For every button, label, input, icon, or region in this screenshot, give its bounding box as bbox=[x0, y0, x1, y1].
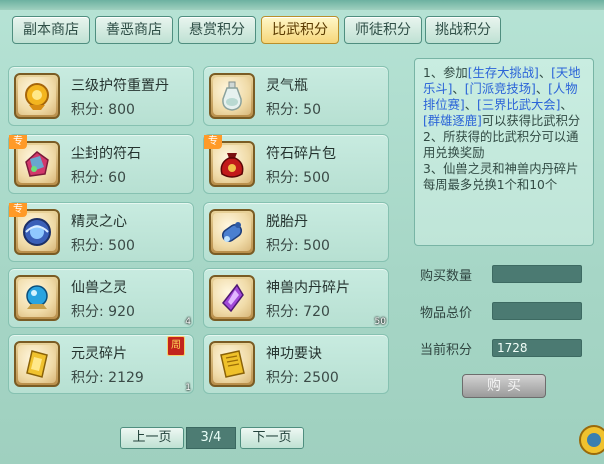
window-top-strip bbox=[0, 0, 604, 10]
item-name: 脱胎丹 bbox=[266, 214, 308, 230]
shop-item-card[interactable]: 专 符石碎片包 积分: 500 bbox=[203, 134, 389, 194]
event-link-tournament[interactable]: [三界比武大会] bbox=[477, 98, 560, 112]
tab-karma-shop[interactable]: 善恶商店 bbox=[95, 16, 173, 44]
yuanling-shard-icon bbox=[14, 341, 60, 387]
item-points: 积分: 2129 bbox=[71, 370, 144, 386]
item-name: 元灵碎片 bbox=[71, 346, 127, 362]
item-name: 神功要诀 bbox=[266, 346, 322, 362]
exclusive-tag: 专 bbox=[9, 135, 27, 149]
quantity-label: 购买数量 bbox=[420, 269, 473, 284]
shop-item-card[interactable]: 专 精灵之心 积分: 500 bbox=[8, 202, 194, 262]
item-count: 1 bbox=[185, 383, 191, 393]
tab-arena-points[interactable]: 比武积分 bbox=[261, 16, 339, 44]
weekly-limit-badge: 周 bbox=[167, 336, 185, 356]
item-points: 积分: 500 bbox=[266, 170, 330, 186]
item-points: 积分: 500 bbox=[71, 238, 135, 254]
tab-bounty-points[interactable]: 悬赏积分 bbox=[178, 16, 256, 44]
total-price-field bbox=[492, 302, 582, 320]
item-points: 积分: 50 bbox=[266, 102, 321, 118]
spirit-bottle-icon bbox=[209, 73, 255, 119]
event-link-heroes[interactable]: [群雄逐鹿] bbox=[423, 114, 482, 128]
item-name: 神兽内丹碎片 bbox=[266, 280, 350, 296]
rules-separator: 、 bbox=[560, 98, 573, 112]
rules-separator: 、 bbox=[535, 82, 549, 96]
item-name: 精灵之心 bbox=[71, 214, 127, 230]
prev-page-button[interactable]: 上一页 bbox=[120, 427, 184, 449]
buy-button[interactable]: 购买 bbox=[462, 374, 546, 398]
rules-separator: 、 bbox=[452, 82, 465, 96]
rules-separator: 、 bbox=[538, 66, 552, 80]
corner-ornament-icon bbox=[576, 420, 604, 464]
item-name: 符石碎片包 bbox=[266, 146, 336, 162]
page-indicator: 3/4 bbox=[186, 427, 236, 449]
rules-text: 3、仙兽之灵和神兽内丹碎片每周最多兑换1个和10个 bbox=[423, 162, 579, 192]
next-page-button[interactable]: 下一页 bbox=[240, 427, 304, 449]
exclusive-tag: 专 bbox=[9, 203, 27, 217]
item-name: 尘封的符石 bbox=[71, 146, 141, 162]
current-points-field: 1728 bbox=[492, 339, 582, 357]
rules-panel: 1、参加[生存大挑战]、[天地乐斗]、[门派竞技场]、[人物排位赛]、[三界比武… bbox=[414, 58, 594, 246]
item-count: 4 bbox=[185, 317, 191, 327]
shop-item-card[interactable]: 灵气瓶 积分: 50 bbox=[203, 66, 389, 126]
rules-text: 1、参加 bbox=[423, 66, 468, 80]
item-name: 灵气瓶 bbox=[266, 78, 308, 94]
item-points: 积分: 720 bbox=[266, 304, 330, 320]
shop-item-card[interactable]: 4 仙兽之灵 积分: 920 bbox=[8, 268, 194, 328]
item-count: 50 bbox=[374, 317, 386, 327]
exclusive-tag: 专 bbox=[204, 135, 222, 149]
tab-challenge-points[interactable]: 挑战积分 bbox=[425, 16, 501, 44]
skill-manual-icon bbox=[209, 341, 255, 387]
beast-core-shard-icon bbox=[209, 275, 255, 321]
rules-text: 2、所获得的比武积分可以通用兑换奖励 bbox=[423, 130, 579, 160]
item-points: 积分: 500 bbox=[266, 238, 330, 254]
shop-item-card[interactable]: 专 尘封的符石 积分: 60 bbox=[8, 134, 194, 194]
quantity-input[interactable] bbox=[492, 265, 582, 283]
item-points: 积分: 800 bbox=[71, 102, 135, 118]
beast-spirit-orb-icon bbox=[14, 275, 60, 321]
shop-item-card[interactable]: 1 周 元灵碎片 积分: 2129 bbox=[8, 334, 194, 394]
tab-mentor-points[interactable]: 师徒积分 bbox=[344, 16, 422, 44]
item-points: 积分: 920 bbox=[71, 304, 135, 320]
item-points: 积分: 2500 bbox=[266, 370, 339, 386]
event-link-sect-arena[interactable]: [门派竞技场] bbox=[465, 82, 536, 96]
event-link-survival[interactable]: [生存大挑战] bbox=[468, 66, 539, 80]
item-points: 积分: 60 bbox=[71, 170, 126, 186]
rules-separator: 、 bbox=[464, 98, 478, 112]
current-points-label: 当前积分 bbox=[420, 343, 473, 358]
total-price-label: 物品总价 bbox=[420, 306, 473, 321]
shop-item-card[interactable]: 脱胎丹 积分: 500 bbox=[203, 202, 389, 262]
rules-text: 可以获得比武积分 bbox=[481, 114, 581, 128]
gold-amulet-pill-icon bbox=[14, 73, 60, 119]
item-name: 三级护符重置丹 bbox=[71, 78, 169, 94]
item-name: 仙兽之灵 bbox=[71, 280, 127, 296]
rebirth-pill-icon bbox=[209, 209, 255, 255]
shop-item-card[interactable]: 50 神兽内丹碎片 积分: 720 bbox=[203, 268, 389, 328]
tab-dungeon-shop[interactable]: 副本商店 bbox=[12, 16, 90, 44]
shop-item-card[interactable]: 三级护符重置丹 积分: 800 bbox=[8, 66, 194, 126]
shop-item-card[interactable]: 神功要诀 积分: 2500 bbox=[203, 334, 389, 394]
